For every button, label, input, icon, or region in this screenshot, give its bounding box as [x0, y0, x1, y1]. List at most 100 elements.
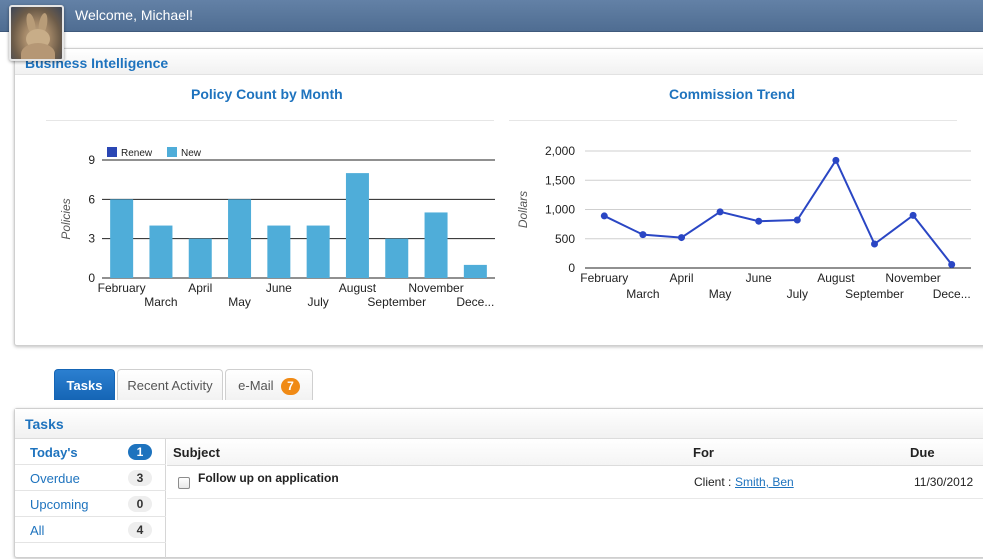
table-row[interactable]: Follow up on application Client : Smith,… — [167, 467, 983, 499]
y-tick-label: 500 — [555, 232, 575, 246]
data-point — [948, 260, 956, 268]
data-point — [678, 234, 685, 242]
data-point — [716, 208, 724, 216]
welcome-message: Welcome, Michael! — [75, 7, 194, 23]
x-tick-label: November — [408, 281, 463, 295]
tab-recent-activity[interactable]: Recent Activity — [117, 369, 223, 400]
y-tick-label: 9 — [88, 153, 95, 167]
x-tick-label: May — [228, 295, 251, 309]
user-avatar[interactable] — [9, 5, 64, 61]
legend-label: New — [181, 148, 202, 159]
bar-new — [228, 199, 252, 278]
business-intelligence-panel: Business Intelligence Policy Count by Mo… — [14, 48, 983, 346]
tasks-table-header: Subject For Due — [167, 439, 983, 466]
x-tick-label: May — [709, 287, 732, 301]
x-tick-label: April — [669, 271, 693, 285]
y-axis-label: Policies — [59, 198, 73, 239]
x-tick-label: November — [885, 271, 940, 285]
tasks-panel-header: Tasks — [15, 409, 983, 439]
y-axis-label: Dollars — [516, 191, 530, 228]
column-header-subject[interactable]: Subject — [173, 445, 220, 460]
task-due-date: 11/30/2012 — [914, 475, 974, 489]
tasks-panel-title: Tasks — [25, 416, 64, 432]
column-header-due[interactable]: Due — [910, 445, 935, 460]
task-complete-checkbox[interactable] — [178, 477, 190, 489]
filter-count-badge: 0 — [128, 496, 152, 512]
x-tick-label: September — [845, 287, 904, 301]
filter-count-badge: 4 — [128, 522, 152, 538]
legend-swatch — [107, 147, 117, 157]
x-tick-label: March — [144, 295, 177, 309]
commission-chart-divider — [509, 120, 957, 121]
column-header-for[interactable]: For — [693, 445, 714, 460]
filter-all[interactable]: All 4 — [15, 517, 166, 543]
tab-email[interactable]: e-Mail 7 — [225, 369, 313, 400]
x-tick-label: June — [266, 281, 292, 295]
filter-label: Today's — [30, 445, 78, 460]
x-tick-label: July — [307, 295, 328, 309]
bar-new — [149, 225, 173, 278]
bar-new — [424, 212, 448, 278]
y-tick-label: 0 — [88, 271, 95, 285]
policy-chart-title: Policy Count by Month — [191, 86, 343, 102]
tab-tasks[interactable]: Tasks — [54, 369, 115, 400]
x-tick-label: February — [580, 271, 628, 285]
y-tick-label: 1,000 — [545, 203, 575, 217]
commission-trend-chart: 0 500 1,000 1,500 2,000 Dollars February March A… — [516, 144, 971, 301]
x-tick-label: June — [746, 271, 772, 285]
tasks-filter-nav: Today's 1 Overdue 3 Upcoming 0 All 4 — [15, 439, 166, 559]
bar-new — [345, 173, 369, 278]
bar-new — [385, 238, 409, 278]
data-point — [909, 211, 917, 219]
legend-label: Renew — [121, 148, 153, 159]
x-tick-label: April — [188, 281, 212, 295]
y-tick-label: 6 — [88, 192, 95, 206]
filter-todays[interactable]: Today's 1 — [15, 439, 166, 465]
filter-label: Overdue — [30, 471, 80, 486]
data-point — [755, 217, 763, 225]
y-tick-label: 1,500 — [545, 173, 575, 187]
tab-tasks-label: Tasks — [66, 378, 103, 393]
y-tick-label: 3 — [88, 232, 95, 246]
policy-count-chart: Renew New 0 3 6 9 Policies FebruaryMarch April Ma… — [59, 147, 495, 309]
x-tick-label: August — [339, 281, 377, 295]
x-tick-label: February — [98, 281, 146, 295]
filter-count-badge: 3 — [128, 470, 152, 486]
filter-label: All — [30, 523, 45, 538]
x-tick-label: Dece... — [456, 295, 494, 309]
filter-label: Upcoming — [30, 497, 89, 512]
data-point — [871, 240, 878, 248]
top-bar: Welcome, Michael! — [0, 0, 983, 32]
task-for-label: Client : — [694, 475, 732, 489]
tasks-panel: Tasks Today's 1 Overdue 3 Upcoming 0 All… — [14, 408, 983, 559]
tab-recent-activity-label: Recent Activity — [127, 378, 213, 393]
avatar-rabbit-body — [21, 43, 55, 59]
client-link[interactable]: Smith, Ben — [735, 475, 794, 489]
bar-new — [306, 225, 330, 278]
data-point — [639, 231, 647, 239]
filter-count-badge: 1 — [128, 444, 152, 460]
bar-new — [188, 238, 212, 278]
data-point — [600, 212, 608, 220]
y-tick-label: 0 — [568, 261, 575, 275]
x-tick-label: September — [367, 295, 426, 309]
data-point — [793, 216, 801, 224]
commission-line — [603, 158, 953, 266]
x-tick-label: March — [626, 287, 659, 301]
x-tick-label: July — [787, 287, 808, 301]
bar-new — [110, 199, 134, 278]
email-count-badge: 7 — [281, 378, 300, 395]
task-subject[interactable]: Follow up on application — [198, 471, 339, 485]
filter-overdue[interactable]: Overdue 3 — [15, 465, 166, 491]
data-point — [832, 156, 840, 164]
legend-swatch — [167, 147, 177, 157]
x-tick-label: Dece... — [933, 287, 971, 301]
commission-chart-title: Commission Trend — [669, 86, 796, 102]
y-tick-label: 2,000 — [545, 144, 575, 158]
policy-chart-divider — [46, 120, 494, 121]
filter-upcoming[interactable]: Upcoming 0 — [15, 491, 166, 517]
x-tick-label: August — [817, 271, 855, 285]
bar-new — [267, 225, 291, 278]
tab-email-label: e-Mail — [238, 378, 274, 393]
bar-new — [463, 264, 487, 278]
